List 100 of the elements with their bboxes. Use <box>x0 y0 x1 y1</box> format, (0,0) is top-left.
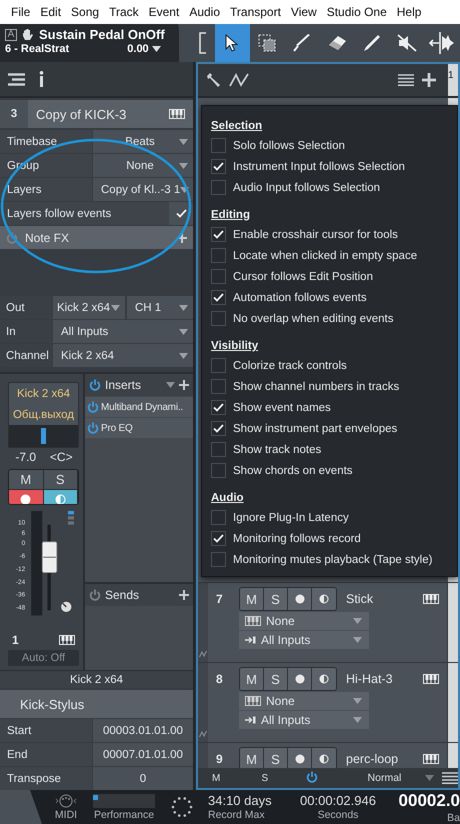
checkbox[interactable] <box>211 442 226 457</box>
checkbox[interactable] <box>211 227 226 242</box>
solo-all-button[interactable]: S <box>262 772 306 784</box>
menu-item[interactable]: Song <box>66 5 104 19</box>
menu-item[interactable]: Event <box>144 5 184 19</box>
menu-item[interactable]: Transport <box>225 5 286 19</box>
power-icon[interactable] <box>306 770 318 782</box>
monitor-button[interactable] <box>44 490 78 504</box>
track-name[interactable]: Hi-Hat-3 <box>337 672 423 686</box>
list-icon[interactable] <box>398 74 414 86</box>
insert-slot[interactable]: Pro EQ <box>85 418 193 438</box>
checkbox[interactable] <box>211 400 226 415</box>
solo-button[interactable]: S <box>264 748 288 768</box>
tool-button[interactable] <box>214 24 250 62</box>
bend-marker-icon[interactable] <box>429 32 456 54</box>
checkbox[interactable] <box>211 269 226 284</box>
insert-slot[interactable]: Multiband Dynami.. <box>85 397 193 417</box>
menu-item[interactable]: Locate when clicked in empty space <box>211 245 457 266</box>
menu-item[interactable]: Cursor follows Edit Position <box>211 266 457 287</box>
menu-item[interactable]: No overlap when editing events <box>211 308 457 329</box>
checkbox[interactable] <box>211 531 226 546</box>
checkbox[interactable] <box>169 202 193 225</box>
checkbox[interactable] <box>211 290 226 305</box>
automation-icon[interactable] <box>199 730 207 738</box>
track-name[interactable]: perc-loop <box>337 752 423 766</box>
track-name[interactable]: Stick <box>337 592 423 606</box>
menu-item[interactable]: Show chords on events <box>211 460 457 481</box>
menu-item[interactable]: Monitoring mutes playback (Tape style) <box>211 549 457 570</box>
menu-item[interactable]: Show event names <box>211 397 457 418</box>
menu-item[interactable]: Audio Input follows Selection <box>211 177 457 198</box>
range-select-icon[interactable] <box>258 34 276 52</box>
dropdown[interactable]: Kick 2 x64 <box>53 344 193 367</box>
input-dropdown[interactable]: All Inputs <box>239 631 369 649</box>
checkbox[interactable] <box>211 421 226 436</box>
checkbox[interactable] <box>211 379 226 394</box>
mute-button[interactable]: M <box>240 748 264 768</box>
checkbox[interactable] <box>211 159 226 174</box>
arrow-pointer-icon[interactable] <box>225 34 240 52</box>
info-icon[interactable] <box>39 71 44 87</box>
dropdown[interactable]: CH 1 <box>127 296 193 319</box>
dropdown[interactable]: Copy of Kl..-3 1 <box>93 178 193 201</box>
power-icon[interactable] <box>89 379 101 391</box>
automation-icon[interactable] <box>199 650 207 658</box>
bracket-icon[interactable] <box>198 32 208 54</box>
menu-item[interactable]: View <box>286 5 322 19</box>
checkbox[interactable] <box>211 552 226 567</box>
menu-item[interactable]: Solo follows Selection <box>211 135 457 156</box>
record-button[interactable] <box>288 588 312 610</box>
mute-button[interactable]: M <box>240 588 264 610</box>
pencil-icon[interactable] <box>363 34 382 52</box>
power-icon[interactable] <box>89 589 101 601</box>
dropdown[interactable]: None <box>93 154 193 177</box>
plus-icon[interactable] <box>177 232 187 242</box>
menu-item[interactable]: Show track notes <box>211 439 457 460</box>
mute-speaker-icon[interactable] <box>397 34 418 52</box>
note-fx-row[interactable]: Note FX <box>0 226 193 249</box>
menu-item[interactable]: Studio One <box>322 5 392 19</box>
field-value[interactable]: 00003.01.01.00 <box>93 719 193 742</box>
dropdown[interactable]: Kick 2 x64 <box>53 296 125 319</box>
solo-button[interactable]: S <box>44 470 78 490</box>
record-button[interactable] <box>288 668 312 690</box>
eraser-icon[interactable] <box>327 35 348 51</box>
list-icon[interactable] <box>442 772 458 784</box>
knob-icon[interactable] <box>61 602 72 612</box>
mute-all-button[interactable]: M <box>212 772 262 784</box>
mute-button[interactable]: M <box>240 668 264 690</box>
menu-item[interactable]: Instrument Input follows Selection <box>211 156 457 177</box>
checkbox[interactable] <box>211 510 226 525</box>
knife-icon[interactable] <box>293 34 312 52</box>
mode-dropdown[interactable]: Normal <box>368 772 425 784</box>
checkbox[interactable] <box>211 358 226 373</box>
plus-icon[interactable] <box>179 380 189 390</box>
record-button[interactable] <box>288 748 312 768</box>
track-header[interactable]: 3 Copy of KICK-3 <box>0 100 193 128</box>
dropdown[interactable]: All Inputs <box>53 320 193 343</box>
input-dropdown[interactable]: All Inputs <box>239 711 369 729</box>
menu-item[interactable]: Edit <box>35 5 66 19</box>
checkbox[interactable] <box>211 180 226 195</box>
record-button[interactable] <box>9 490 44 504</box>
pan-slider[interactable] <box>9 425 78 447</box>
fader-thumb[interactable] <box>42 541 58 574</box>
wrench-icon[interactable] <box>206 73 221 87</box>
menu-item[interactable]: Colorize track controls <box>211 355 457 376</box>
checkbox[interactable] <box>211 248 226 263</box>
automation-button[interactable]: Auto: Off <box>8 650 79 666</box>
solo-button[interactable]: S <box>264 668 288 690</box>
field-value[interactable]: 0 <box>93 767 193 790</box>
curve-icon[interactable] <box>229 73 249 87</box>
menu-icon[interactable] <box>8 72 25 86</box>
menu-item[interactable]: Track <box>104 5 144 19</box>
menu-item[interactable]: Monitoring follows record <box>211 528 457 549</box>
checkbox[interactable] <box>211 138 226 153</box>
solo-button[interactable]: S <box>264 588 288 610</box>
menu-item[interactable]: Help <box>392 5 426 19</box>
menu-item[interactable]: Audio <box>184 5 226 19</box>
menu-item[interactable]: File <box>6 5 36 19</box>
menu-item[interactable]: Automation follows events <box>211 287 457 308</box>
instrument-dropdown[interactable]: None <box>239 612 369 630</box>
menu-item[interactable]: Show instrument part envelopes <box>211 418 457 439</box>
menu-item[interactable]: Ignore Plug-In Latency <box>211 507 457 528</box>
